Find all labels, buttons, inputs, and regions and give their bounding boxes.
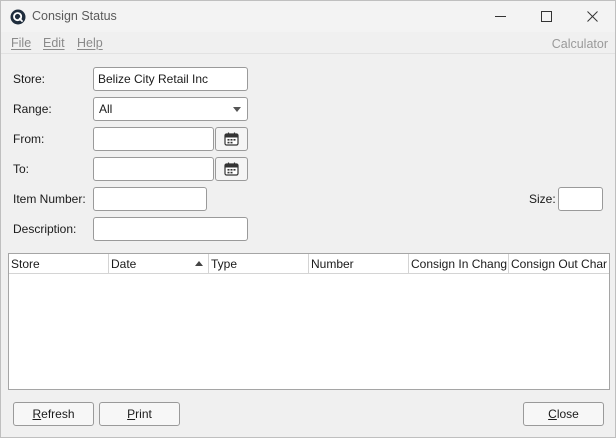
window-title: Consign Status xyxy=(32,9,117,23)
menu-file[interactable]: File xyxy=(11,36,31,50)
title-bar[interactable]: Consign Status xyxy=(1,1,615,32)
minimize-button[interactable] xyxy=(477,1,523,32)
size-label: Size: xyxy=(529,192,556,206)
to-label: To: xyxy=(13,162,30,176)
menu-bar: File Edit Help Calculator xyxy=(1,32,615,54)
column-header-consign-out[interactable]: Consign Out Char xyxy=(509,254,609,274)
column-header-date-label: Date xyxy=(111,257,137,271)
calendar-icon xyxy=(224,162,239,176)
column-header-number[interactable]: Number xyxy=(309,254,409,274)
consign-grid[interactable]: Store Date Type Number Consign In Chang … xyxy=(8,253,610,390)
column-header-date[interactable]: Date xyxy=(109,254,209,274)
calendar-icon xyxy=(224,132,239,146)
item-number-field[interactable] xyxy=(93,187,207,211)
menu-help[interactable]: Help xyxy=(77,36,103,50)
from-date-field[interactable] xyxy=(93,127,214,151)
from-calendar-button[interactable] xyxy=(215,127,248,151)
print-button[interactable]: Print xyxy=(99,402,180,426)
close-button[interactable]: Close xyxy=(523,402,604,426)
maximize-button[interactable] xyxy=(523,1,569,32)
column-header-type[interactable]: Type xyxy=(209,254,309,274)
close-window-button[interactable] xyxy=(569,1,615,32)
app-logo-icon xyxy=(10,9,26,25)
close-button-mnemonic: C xyxy=(548,407,557,421)
size-field[interactable] xyxy=(558,187,603,211)
print-button-label: rint xyxy=(135,407,152,421)
sort-ascending-icon xyxy=(195,261,203,266)
to-calendar-button[interactable] xyxy=(215,157,248,181)
description-field[interactable] xyxy=(93,217,248,241)
print-button-mnemonic: P xyxy=(127,407,136,421)
column-header-store[interactable]: Store xyxy=(9,254,109,274)
menu-edit[interactable]: Edit xyxy=(43,36,65,50)
range-selected-value: All xyxy=(99,102,113,116)
refresh-button[interactable]: Refresh xyxy=(13,402,94,426)
store-field[interactable]: Belize City Retail Inc xyxy=(93,67,248,91)
refresh-button-label: efresh xyxy=(41,407,75,421)
maximize-icon xyxy=(540,11,552,22)
grid-header: Store Date Type Number Consign In Chang … xyxy=(9,254,609,274)
store-label: Store: xyxy=(13,72,46,86)
minimize-icon xyxy=(494,16,506,17)
from-label: From: xyxy=(13,132,45,146)
column-header-consign-in[interactable]: Consign In Chang xyxy=(409,254,509,274)
close-button-label: lose xyxy=(556,407,579,421)
chevron-down-icon xyxy=(233,107,241,112)
consign-status-window: Consign Status File Edit Help Calculator… xyxy=(0,0,616,438)
close-icon xyxy=(586,11,598,22)
range-select[interactable]: All xyxy=(93,97,248,121)
description-label: Description: xyxy=(13,222,77,236)
range-label: Range: xyxy=(13,102,52,116)
refresh-button-mnemonic: R xyxy=(32,407,42,421)
item-number-label: Item Number: xyxy=(13,192,86,206)
to-date-field[interactable] xyxy=(93,157,214,181)
menu-calculator[interactable]: Calculator xyxy=(552,37,608,51)
